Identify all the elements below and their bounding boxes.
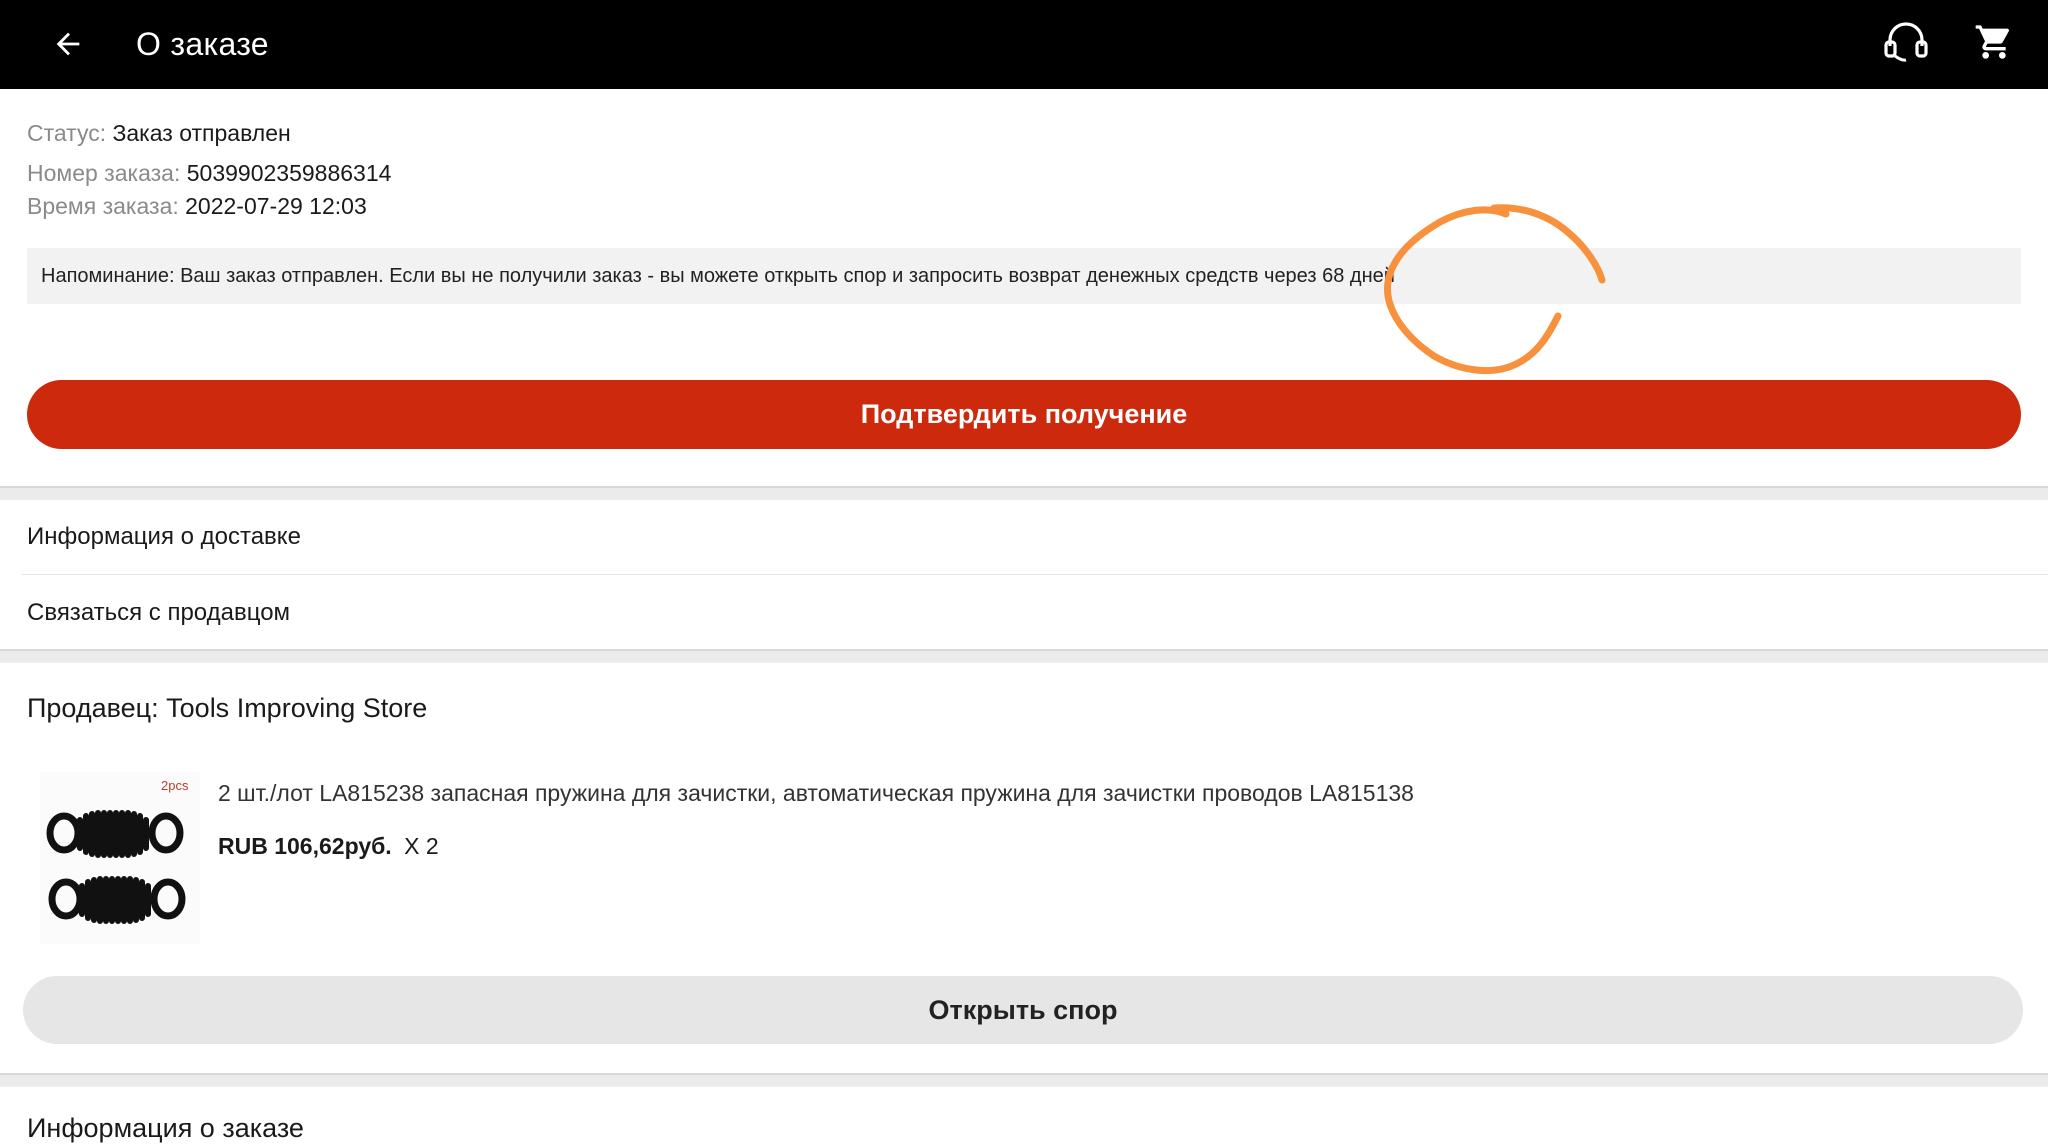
order-info-heading[interactable]: Информация о заказе bbox=[27, 1110, 304, 1146]
order-number-value: 5039902359886314 bbox=[186, 160, 392, 186]
back-button[interactable] bbox=[40, 16, 96, 72]
order-time: Время заказа: 2022-07-29 12:03 bbox=[27, 191, 367, 221]
product-price: RUB 106,62руб. bbox=[218, 833, 392, 859]
seller-row[interactable]: Продавец: Tools Improving Store bbox=[27, 690, 427, 726]
section-separator bbox=[0, 486, 2048, 500]
delivery-info-label: Информация о доставке bbox=[27, 523, 301, 550]
contact-seller-label: Связаться с продавцом bbox=[27, 599, 291, 626]
confirm-receipt-button[interactable]: Подтвердить получение bbox=[27, 380, 2021, 449]
status-value: Заказ отправлен bbox=[112, 120, 291, 146]
contact-seller-row[interactable]: Связаться с продавцом bbox=[0, 576, 2048, 650]
reminder-box: Напоминание: Ваш заказ отправлен. Если в… bbox=[27, 248, 2021, 304]
cart-button[interactable] bbox=[1964, 12, 2024, 72]
support-button[interactable] bbox=[1876, 12, 1936, 72]
image-badge: 2pcs bbox=[161, 778, 189, 793]
seller-label: Продавец: bbox=[27, 693, 159, 723]
delivery-info-row[interactable]: Информация о доставке bbox=[0, 500, 2048, 574]
app-header: О заказе bbox=[0, 0, 2048, 89]
section-separator bbox=[0, 649, 2048, 663]
confirm-receipt-label: Подтвердить получение bbox=[860, 399, 1188, 429]
open-dispute-label: Открыть спор bbox=[928, 994, 1118, 1025]
order-status: Статус: Заказ отправлен bbox=[27, 118, 291, 148]
page-title: О заказе bbox=[136, 26, 269, 62]
seller-name: Tools Improving Store bbox=[166, 693, 428, 723]
spring-product-image: 2pcs bbox=[40, 772, 200, 944]
reminder-text: Напоминание: Ваш заказ отправлен. Если в… bbox=[41, 264, 1395, 287]
row-divider bbox=[22, 574, 2048, 575]
arrow-left-icon bbox=[56, 32, 80, 56]
order-time-value: 2022-07-29 12:03 bbox=[185, 193, 367, 219]
status-label: Статус: bbox=[27, 120, 107, 146]
product-image[interactable]: 2pcs bbox=[40, 772, 200, 944]
order-time-label: Время заказа: bbox=[27, 193, 179, 219]
open-dispute-button[interactable]: Открыть спор bbox=[23, 976, 2023, 1044]
section-separator bbox=[0, 1073, 2048, 1087]
order-number: Номер заказа: 5039902359886314 bbox=[27, 158, 391, 188]
headset-icon bbox=[1884, 22, 1928, 62]
order-number-label: Номер заказа: bbox=[27, 160, 181, 186]
shopping-cart-icon bbox=[1975, 25, 2010, 59]
product-price-row: RUB 106,62руб. X 2 bbox=[218, 830, 439, 862]
product-quantity: X 2 bbox=[404, 833, 439, 859]
product-title[interactable]: 2 шт./лот LA815238 запасная пружина для … bbox=[218, 777, 1414, 809]
